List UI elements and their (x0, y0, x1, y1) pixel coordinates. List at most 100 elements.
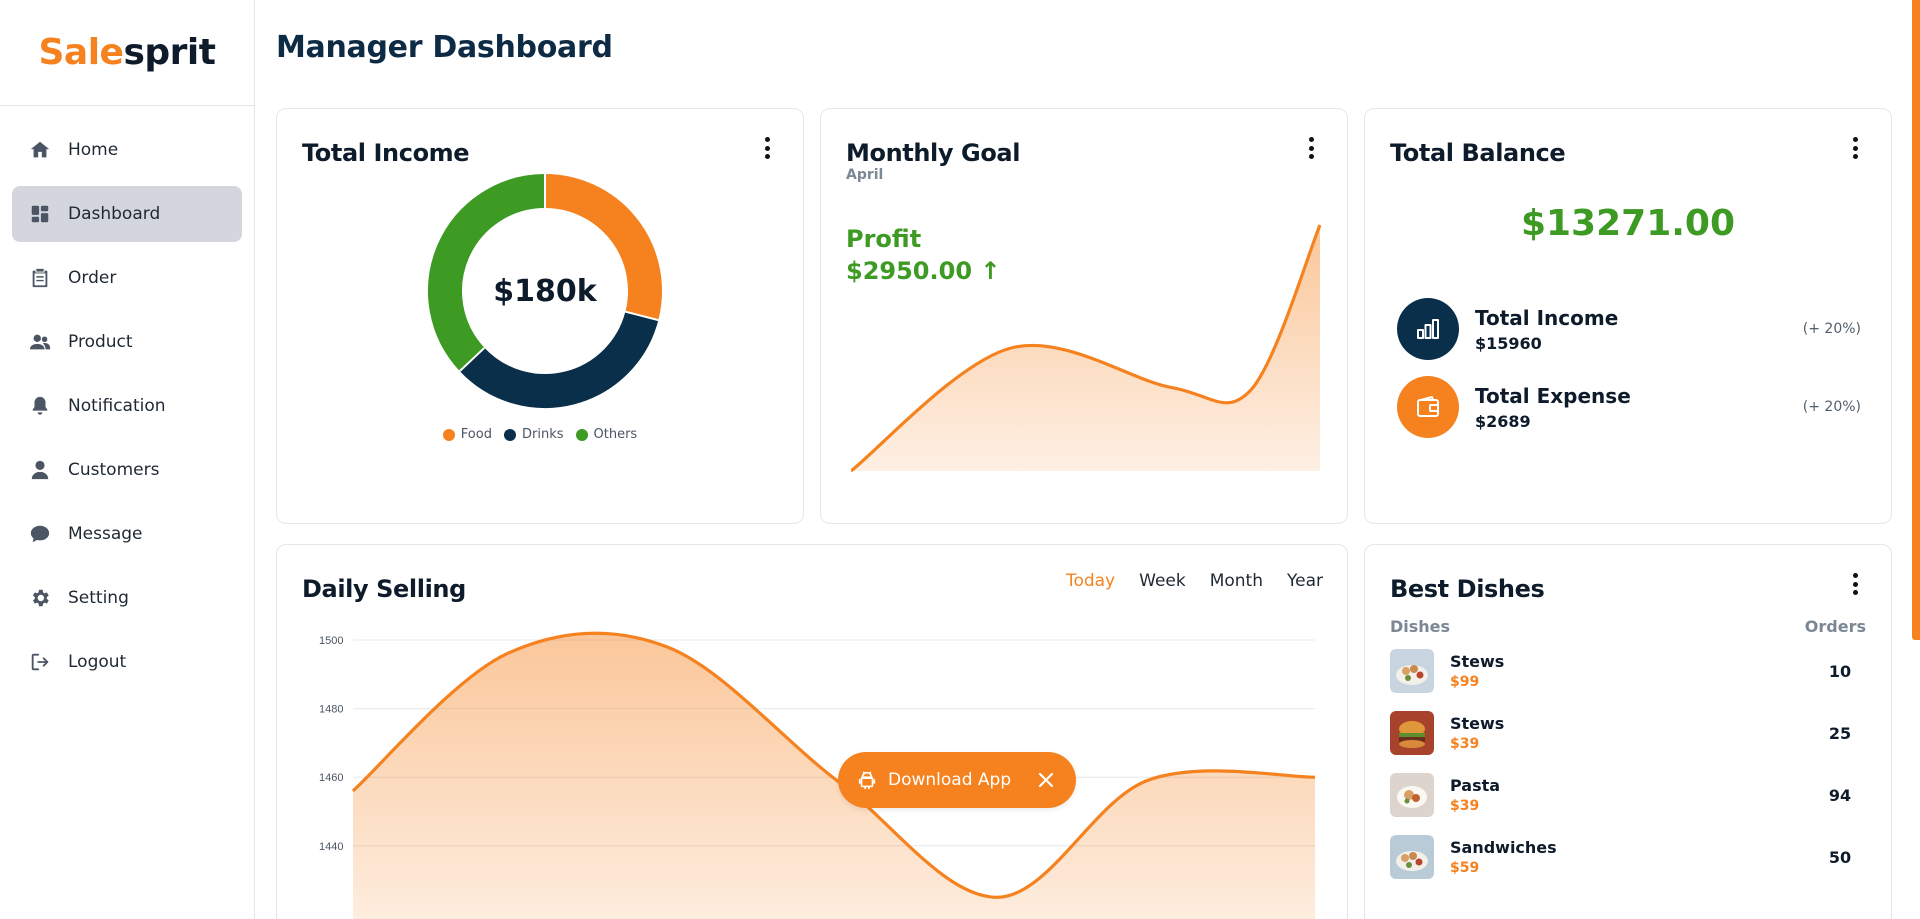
goal-month: April (846, 167, 884, 183)
table-row[interactable]: Stews $99 10 (1390, 647, 1866, 695)
expense-percent: (+ 20%) (1802, 399, 1861, 415)
more-options-icon[interactable] (1305, 135, 1317, 161)
dish-name: Stews (1450, 714, 1505, 733)
sidebar-item-label: Logout (68, 652, 127, 672)
dish-image (1390, 711, 1434, 755)
clipboard-icon (28, 266, 52, 290)
sidebar-item-home[interactable]: Home (12, 122, 242, 178)
total-balance-card: Total Balance $13271.00 Total Income $15… (1364, 108, 1892, 524)
dish-name: Sandwiches (1450, 838, 1557, 857)
sidebar-item-product[interactable]: Product (12, 314, 242, 370)
legend-item-others[interactable]: Others (575, 427, 638, 442)
sidebar-item-setting[interactable]: Setting (12, 570, 242, 626)
total-expense-row: Total Expense $2689 (+ 20%) (1397, 375, 1861, 439)
chart-legend: Food Drinks Others (277, 427, 803, 442)
bell-icon (28, 394, 52, 418)
card-title: Monthly Goal (846, 139, 1021, 167)
monthly-goal-card: Monthly Goal April Profit $2950.00 ↑ (820, 108, 1348, 524)
tab-today[interactable]: Today (1066, 571, 1115, 591)
sidebar-item-label: Dashboard (68, 204, 161, 224)
income-label: Total Income (1475, 305, 1619, 330)
balance-amount: $13271.00 (1520, 203, 1736, 244)
y-tick-label: 1460 (319, 772, 343, 784)
dish-price: $39 (1450, 736, 1480, 752)
y-tick-label: 1440 (319, 841, 343, 853)
gear-icon (28, 586, 52, 610)
android-icon (858, 771, 876, 790)
profit-value: $2950.00 ↑ (846, 257, 1001, 285)
table-row[interactable]: Stews $39 25 (1390, 709, 1866, 757)
chat-bubble-icon (28, 522, 52, 546)
daily-selling-card: Daily Selling Today Week Month Year 1500… (276, 544, 1348, 919)
dish-name: Stews (1450, 652, 1505, 671)
income-text: Total Income $15960 (1475, 306, 1803, 353)
legend-item-drinks[interactable]: Drinks (503, 427, 564, 442)
sidebar-item-notification[interactable]: Notification (12, 378, 242, 434)
sidebar-item-order[interactable]: Order (12, 250, 242, 306)
download-app-button[interactable]: Download App (838, 752, 1076, 808)
dish-orders: 50 (1828, 847, 1852, 867)
bar-chart-icon (1397, 298, 1459, 360)
sidebar-item-customers[interactable]: Customers (12, 442, 242, 498)
dish-image (1390, 835, 1434, 879)
income-donut-chart: $180k (427, 173, 663, 409)
dish-orders: 10 (1828, 661, 1852, 681)
sidebar-item-message[interactable]: Message (12, 506, 242, 562)
dashboard-icon (28, 202, 52, 226)
dish-image (1390, 649, 1434, 693)
more-options-icon[interactable] (1849, 571, 1861, 597)
sidebar-item-logout[interactable]: Logout (12, 634, 242, 690)
sidebar-item-label: Notification (68, 396, 166, 416)
page-title: Manager Dashboard (276, 30, 613, 65)
card-title: Best Dishes (1390, 575, 1545, 603)
table-row[interactable]: Sandwiches $59 50 (1390, 833, 1866, 881)
sidebar-item-label: Product (68, 332, 133, 352)
dish-info: Sandwiches $59 (1450, 838, 1810, 876)
sidebar-item-label: Setting (68, 588, 129, 608)
close-icon[interactable] (1034, 768, 1058, 792)
tab-week[interactable]: Week (1139, 571, 1186, 591)
legend-dot (442, 428, 455, 441)
donut-center-value: $180k (493, 273, 597, 309)
expense-text: Total Expense $2689 (1475, 384, 1803, 431)
sidebar-nav: Home Dashboard Order Product Notificatio… (0, 106, 254, 690)
brand-part-sprit: sprit (123, 32, 216, 73)
more-options-icon[interactable] (761, 135, 773, 161)
legend-label: Others (593, 427, 638, 442)
expense-label: Total Expense (1475, 383, 1631, 408)
home-icon (28, 138, 52, 162)
brand-logo[interactable]: Sale sprit (0, 0, 254, 106)
card-title: Daily Selling (302, 575, 466, 603)
total-income-card: Total Income $180k Food Drinks Others (276, 108, 804, 524)
dish-info: Pasta $39 (1450, 776, 1810, 814)
logout-icon (28, 650, 52, 674)
legend-label: Food (460, 427, 492, 442)
card-title: Total Income (302, 139, 470, 167)
sidebar-item-dashboard[interactable]: Dashboard (12, 186, 242, 242)
sidebar-item-label: Customers (68, 460, 160, 480)
legend-item-food[interactable]: Food (442, 427, 492, 442)
daily-area-fill (353, 633, 1315, 919)
income-percent: (+ 20%) (1802, 321, 1861, 337)
dish-image (1390, 773, 1434, 817)
more-options-icon[interactable] (1849, 135, 1861, 161)
dishes-table-header: Dishes Orders (1390, 617, 1866, 636)
tab-year[interactable]: Year (1287, 571, 1323, 591)
users-icon (28, 330, 52, 354)
app-root: Sale sprit Home Dashboard Order Product N… (0, 0, 1920, 919)
wallet-icon (1397, 376, 1459, 438)
download-app-label: Download App (888, 770, 1012, 790)
dish-orders: 94 (1828, 785, 1852, 805)
tab-month[interactable]: Month (1210, 571, 1263, 591)
sidebar-item-label: Order (68, 268, 117, 288)
y-tick-label: 1500 (319, 635, 343, 647)
profit-label: Profit (846, 225, 922, 253)
expense-value: $2689 (1475, 411, 1531, 431)
sidebar: Sale sprit Home Dashboard Order Product N… (0, 0, 255, 919)
scrollbar[interactable] (1912, 0, 1920, 640)
daily-area-chart: 1500 1480 1460 1440 (319, 631, 1316, 919)
legend-dot (575, 428, 588, 441)
table-row[interactable]: Pasta $39 94 (1390, 771, 1866, 819)
total-income-row: Total Income $15960 (+ 20%) (1397, 297, 1861, 361)
column-header-orders: Orders (1804, 617, 1866, 636)
